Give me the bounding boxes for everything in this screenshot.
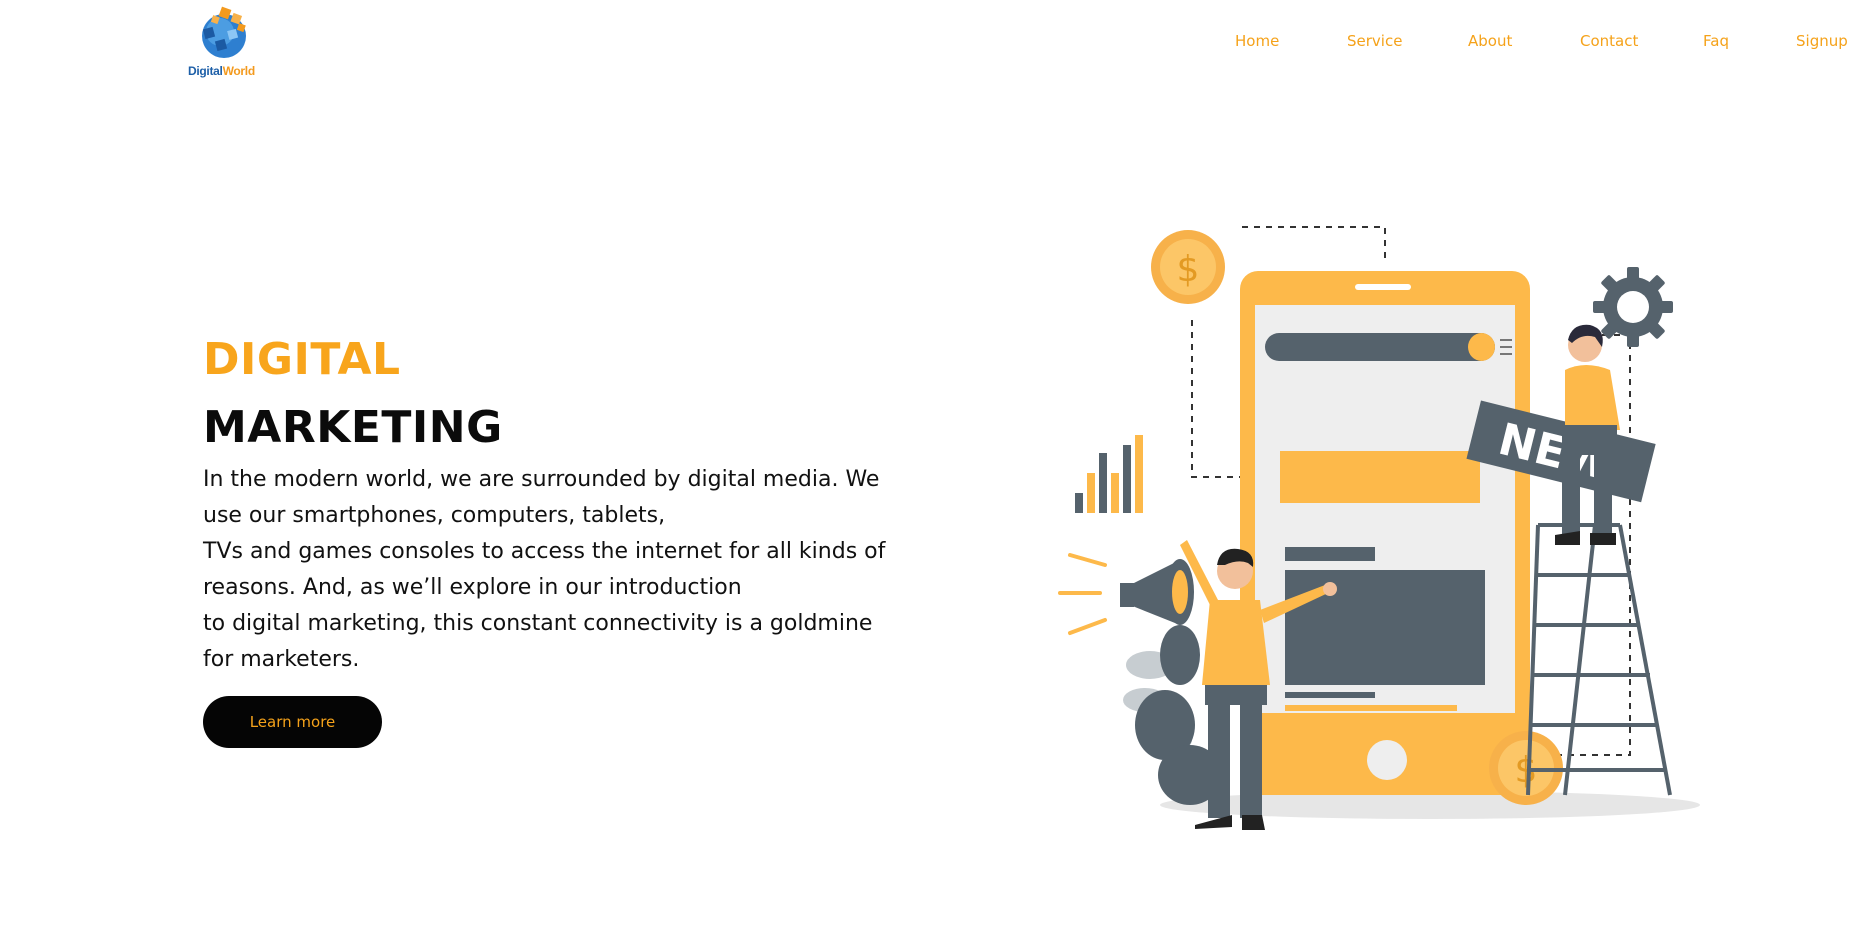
hero-title: DIGITAL MARKETING (203, 326, 503, 462)
landing-page: DigitalWorld Home Service About Contact … (0, 0, 1854, 931)
brand-name-part1: Digital (188, 64, 223, 78)
learn-more-button[interactable]: Learn more (203, 696, 382, 748)
hero-description: In the modern world, we are surrounded b… (203, 462, 903, 678)
site-header: DigitalWorld Home Service About Contact … (0, 0, 1854, 90)
bar-chart-icon (1075, 435, 1143, 513)
brand-name-part2: World (222, 64, 256, 78)
nav-link-home[interactable]: Home (1235, 32, 1279, 50)
gear-icon (1593, 267, 1673, 347)
nav-link-about[interactable]: About (1468, 32, 1512, 50)
hero-title-line2: MARKETING (203, 402, 503, 453)
nav-link-contact[interactable]: Contact (1580, 32, 1638, 50)
nav-link-faq[interactable]: Faq (1703, 32, 1729, 50)
hero-description-line: use our smartphones, computers, tablets, (203, 503, 666, 528)
hero-description-line: reasons. And, as we’ll explore in our in… (203, 575, 742, 600)
coin-icon: $ (1151, 230, 1225, 304)
svg-text:$: $ (1177, 249, 1200, 290)
climber-figure (1555, 324, 1620, 545)
brand-name: DigitalWorld (188, 64, 268, 78)
hero-description-line: In the modern world, we are surrounded b… (203, 467, 880, 492)
main-nav: Home Service About Contact Faq Signup (0, 32, 1854, 56)
hero-title-line1: DIGITAL (203, 334, 401, 385)
nav-link-signup[interactable]: Signup (1796, 32, 1848, 50)
nav-link-service[interactable]: Service (1347, 32, 1402, 50)
hero-description-line: to digital marketing, this constant conn… (203, 611, 873, 636)
megaphone-icon (1058, 553, 1194, 635)
hero-description-line: for marketers. (203, 647, 360, 672)
digital-marketing-illustration: $ $ NEW (1058, 226, 1700, 830)
hero-description-line: TVs and games consoles to access the int… (203, 539, 886, 564)
